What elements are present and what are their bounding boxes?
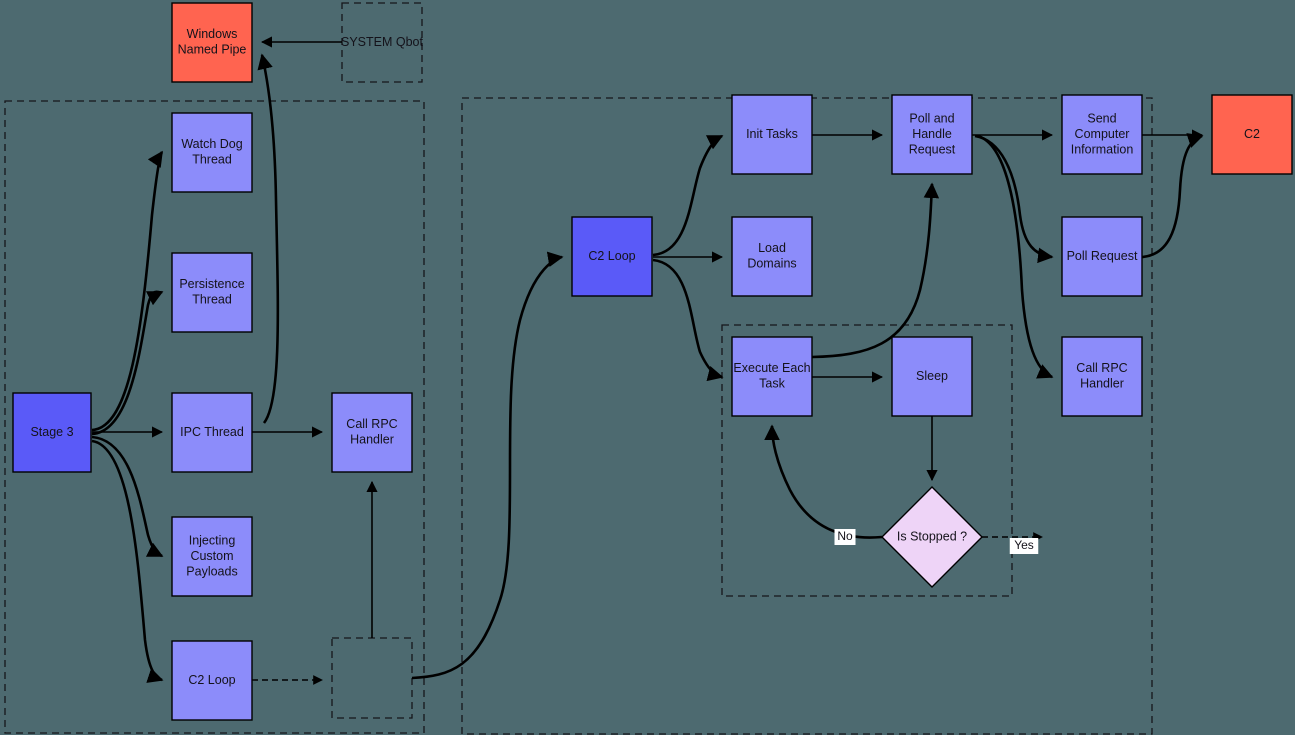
edge-label-text: Yes — [1014, 538, 1034, 552]
flowchart-svg: Windows Named Pipe SYSTEM Qbot Watch Dog Thr… — [4, 2, 1293, 735]
node-system-qbot[interactable]: SYSTEM Qbot — [341, 35, 423, 49]
edge-c2loop-to-inittasks — [652, 134, 724, 257]
edge-pollhandle-to-callrpc-right — [977, 134, 1054, 379]
edge-stage3-to-watchdog — [91, 150, 164, 432]
node-stage-3[interactable]: Stage 3 — [12, 392, 92, 473]
node-label-text: IPC Thread — [180, 425, 244, 439]
edge-stage3-to-persistence — [91, 290, 164, 436]
node-c2-loop-right[interactable]: C2 Loop — [571, 216, 653, 297]
node-label-text: Call RPC — [346, 417, 397, 431]
edge-ipcthread-to-namedpipe — [257, 53, 280, 424]
edge-label-text: No — [837, 529, 853, 543]
node-label-text: Send — [1087, 111, 1116, 125]
node-label-text: C2 — [1244, 127, 1260, 141]
node-watch-dog-thread[interactable]: Watch Dog Thread — [171, 112, 253, 193]
node-label-text: Call RPC — [1076, 361, 1127, 375]
node-send-computer-information[interactable]: Send ComputerInformation — [1061, 94, 1143, 175]
node-label-text: Init Tasks — [746, 127, 798, 141]
node-label-text: Domains — [747, 257, 796, 271]
node-label-text: Injecting — [189, 533, 236, 547]
node-label-text: C2 Loop — [588, 249, 635, 263]
node-label-text: Request — [909, 142, 956, 156]
edge-label-no-label: No — [834, 529, 856, 545]
node-label-text: Payloads — [186, 564, 237, 578]
flowchart-canvas: Windows Named Pipe SYSTEM Qbot Watch Dog Thr… — [0, 0, 1295, 735]
node-injecting-custom-payloads[interactable]: Injecting CustomPayloads — [171, 516, 253, 597]
node-ipc-thread[interactable]: IPC Thread — [171, 392, 253, 473]
node-label-text: Windows — [187, 27, 238, 41]
node-c2-loop-left[interactable]: C2 Loop — [171, 640, 253, 721]
node-init-tasks[interactable]: Init Tasks — [731, 94, 813, 175]
node-poll-request[interactable]: Poll Request — [1061, 216, 1143, 297]
node-label-text: Task — [759, 377, 785, 391]
node-label-text: Poll and — [909, 111, 954, 125]
node-label-text: Sleep — [916, 369, 948, 383]
node-poll-and-handle-request[interactable]: Poll and HandleRequest — [891, 94, 973, 175]
edge-stub-to-c2loop-right — [411, 251, 564, 680]
node-label-text: Named Pipe — [178, 43, 247, 57]
edge-c2loop-to-executetask — [652, 258, 724, 382]
node-label-text: Handle — [912, 127, 952, 141]
node-windows-named-pipe[interactable]: Windows Named Pipe — [171, 2, 253, 83]
group-call-rpc-stub — [331, 637, 413, 719]
node-execute-each-task[interactable]: Execute Each Task — [731, 336, 813, 417]
edge-isstopped-no-to-executetask — [764, 424, 883, 539]
node-label-text: Handler — [350, 433, 394, 447]
node-label-text: Information — [1071, 142, 1134, 156]
node-persistence-thread[interactable]: Persistence Thread — [171, 252, 253, 333]
node-is-stopped[interactable]: Is Stopped ? — [881, 486, 983, 588]
edge-stage3-to-c2loop-left — [91, 439, 164, 683]
node-label-text: Poll Request — [1067, 249, 1138, 263]
edge-executetask-to-pollhandle — [811, 182, 940, 359]
node-label-text: Watch Dog — [181, 137, 242, 151]
node-label-text: Thread — [192, 153, 232, 167]
node-label-text: C2 Loop — [188, 673, 235, 687]
node-label-text: Execute Each — [733, 361, 810, 375]
node-label-text: Stage 3 — [30, 425, 73, 439]
node-label-text: Custom — [190, 549, 233, 563]
edge-pollhandle-to-pollrequest — [974, 134, 1054, 264]
node-call-rpc-handler-right[interactable]: Call RPC Handler — [1061, 336, 1143, 417]
node-label-text: Is Stopped ? — [897, 529, 967, 543]
node-label-text: Persistence — [179, 277, 244, 291]
node-label-text: Thread — [192, 293, 232, 307]
node-label-text: Load — [758, 241, 786, 255]
node-label-text: Handler — [1080, 377, 1124, 391]
node-sleep[interactable]: Sleep — [891, 336, 973, 417]
edge-pollrequest-to-c2 — [1141, 133, 1204, 259]
node-label-text: Computer — [1075, 127, 1130, 141]
node-load-domains[interactable]: Load Domains — [731, 216, 813, 297]
node-label-text: SYSTEM Qbot — [341, 35, 423, 49]
node-c2-endpoint[interactable]: C2 — [1211, 94, 1293, 175]
node-call-rpc-handler-left[interactable]: Call RPC Handler — [331, 392, 413, 473]
edge-label-yes-label: Yes — [1009, 538, 1039, 554]
